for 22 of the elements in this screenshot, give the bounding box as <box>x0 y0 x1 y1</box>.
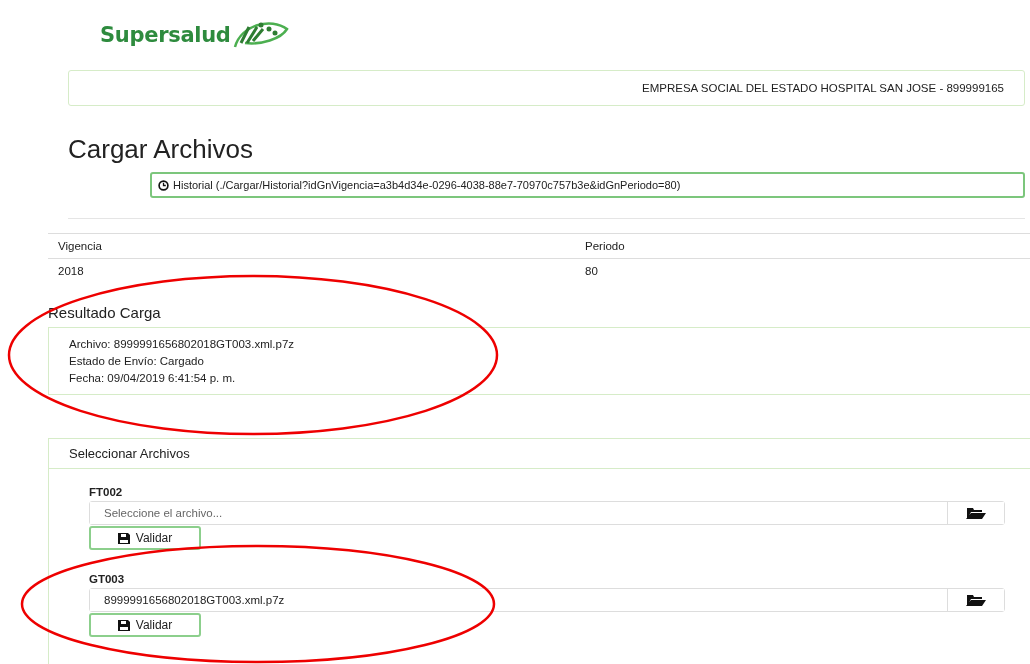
file-input-field[interactable]: Seleccione el archivo... <box>89 501 1005 525</box>
result-line: Archivo: 8999991656802018GT003.xml.p7z <box>69 338 296 350</box>
column-header: Periodo <box>575 233 1030 259</box>
history-link-button[interactable]: Historial (./Cargar/Historial?idGnVigencia=a3b4d34e-0296-4038-88e7-70970c757b3e&idGnPeriodo=80) <box>150 172 1025 198</box>
clock-icon <box>158 179 169 191</box>
validate-button[interactable]: Validar <box>89 613 201 637</box>
panel-header: Seleccionar Archivos <box>49 439 1030 469</box>
table-cell: 2018 <box>48 258 575 283</box>
file-input-field[interactable]: 8999991656802018GT003.xml.p7z <box>89 588 1005 612</box>
result-line: Estado de Envío: Cargado <box>69 355 205 367</box>
folder-icon <box>966 507 986 519</box>
table-cell: 80 <box>575 258 1030 283</box>
file-label: FT002 <box>89 486 124 498</box>
supersalud-logo: Supersalud <box>100 18 1030 52</box>
folder-icon <box>966 594 986 606</box>
company-name: EMPRESA SOCIAL DEL ESTADO HOSPITAL SAN JOSE - 899999165 <box>642 82 1004 94</box>
section-title: Resultado Carga <box>48 304 162 321</box>
page-title: Cargar Archivos <box>68 134 254 164</box>
validate-button[interactable]: Validar <box>89 526 201 550</box>
column-header: Vigencia <box>48 233 575 259</box>
file-label: GT003 <box>89 573 126 585</box>
result-line: Fecha: 09/04/2019 6:41:54 p. m. <box>69 372 237 384</box>
